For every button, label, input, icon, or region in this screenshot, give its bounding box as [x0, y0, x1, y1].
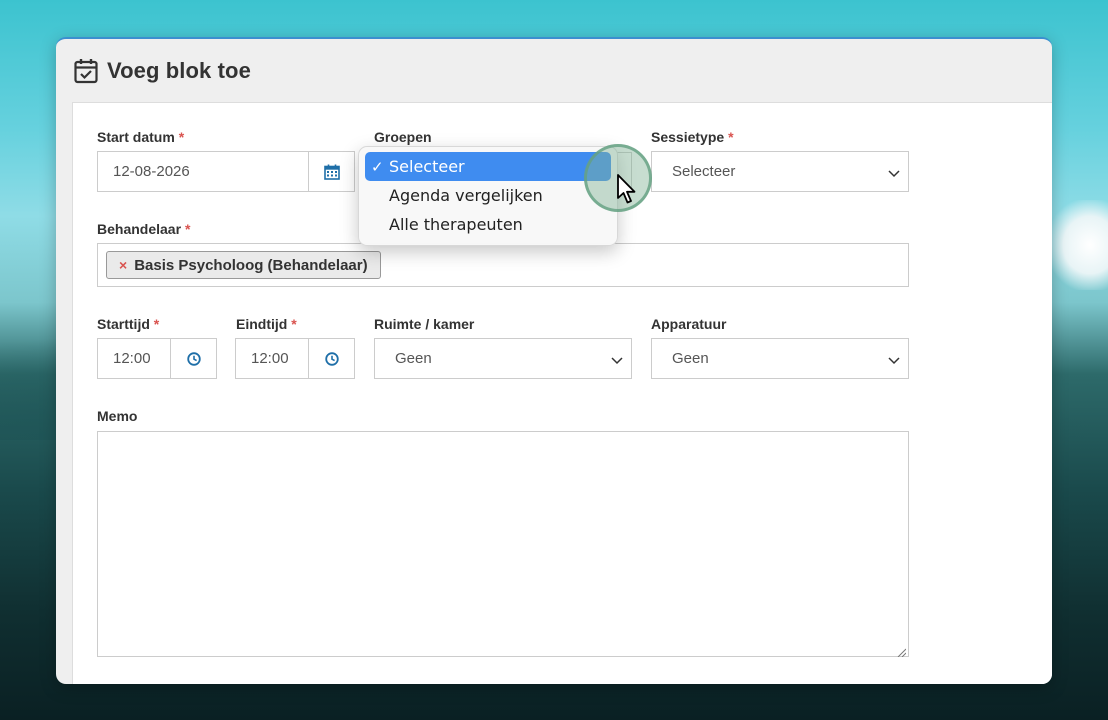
session-type-select[interactable]: Selecteer	[651, 151, 909, 192]
option-label: Agenda vergelijken	[389, 186, 543, 205]
end-time-input[interactable]: 12:00	[235, 338, 355, 379]
memo-label: Memo	[97, 408, 137, 424]
end-time-value: 12:00	[251, 350, 289, 367]
option-label: Selecteer	[389, 157, 465, 176]
check-icon: ✓	[371, 157, 384, 176]
session-type-label-text: Sessietype	[651, 129, 725, 145]
tag-remove-icon[interactable]: ×	[119, 257, 127, 273]
practitioner-tag: × Basis Psycholoog (Behandelaar)	[106, 251, 381, 279]
required-marker: *	[178, 129, 185, 145]
memo-label-text: Memo	[97, 408, 138, 424]
modal-header: Voeg blok toe	[56, 39, 1052, 102]
groups-label-text: Groepen	[374, 129, 432, 145]
start-time-label-text: Starttijd	[97, 316, 150, 332]
equipment-label: Apparatuur	[651, 316, 726, 332]
end-time-label: Eindtijd *	[236, 316, 297, 332]
start-date-label: Start datum *	[97, 129, 184, 145]
resize-handle-icon[interactable]	[896, 644, 907, 658]
session-type-label: Sessietype *	[651, 129, 734, 145]
background-cloud	[1048, 200, 1108, 290]
required-marker: *	[291, 316, 297, 332]
practitioner-tag-label: Basis Psycholoog (Behandelaar)	[134, 256, 368, 274]
dropdown-option-agenda-vergelijken[interactable]: Agenda vergelijken	[365, 181, 611, 210]
required-marker: *	[184, 221, 191, 237]
chevron-down-icon	[888, 353, 900, 365]
dropdown-option-selecteer[interactable]: ✓ Selecteer	[365, 152, 611, 181]
equipment-select[interactable]: Geen	[651, 338, 909, 379]
chevron-down-icon	[611, 353, 623, 365]
start-date-label-text: Start datum	[97, 129, 175, 145]
start-date-input[interactable]: 12-08-2026	[97, 151, 355, 192]
start-date-value: 12-08-2026	[113, 163, 190, 180]
calendar-check-icon	[74, 58, 98, 84]
modal-title: Voeg blok toe	[107, 57, 251, 83]
groups-dropdown-menu: ✓ Selecteer Agenda vergelijken Alle ther…	[358, 146, 618, 246]
practitioner-multiselect[interactable]: × Basis Psycholoog (Behandelaar)	[97, 243, 909, 287]
start-time-label: Starttijd *	[97, 316, 159, 332]
room-value: Geen	[395, 350, 432, 367]
clock-icon[interactable]	[170, 339, 216, 378]
clock-icon[interactable]	[308, 339, 354, 378]
practitioner-label: Behandelaar *	[97, 221, 190, 237]
start-time-value: 12:00	[113, 350, 151, 367]
required-marker: *	[153, 316, 160, 332]
calendar-icon[interactable]	[308, 152, 354, 191]
required-marker: *	[728, 129, 734, 145]
session-type-value: Selecteer	[672, 163, 736, 180]
option-label: Alle therapeuten	[389, 215, 523, 234]
equipment-value: Geen	[672, 350, 709, 367]
end-time-label-text: Eindtijd	[236, 316, 288, 332]
dropdown-option-alle-therapeuten[interactable]: Alle therapeuten	[365, 210, 611, 239]
groups-label: Groepen	[374, 129, 432, 145]
chevron-down-icon	[888, 166, 900, 178]
equipment-label-text: Apparatuur	[651, 316, 727, 332]
memo-textarea[interactable]	[97, 431, 909, 658]
start-time-input[interactable]: 12:00	[97, 338, 217, 379]
room-select[interactable]: Geen	[374, 338, 632, 379]
mouse-pointer-icon	[616, 174, 638, 206]
room-label-text: Ruimte / kamer	[374, 316, 475, 332]
room-label: Ruimte / kamer	[374, 316, 474, 332]
practitioner-label-text: Behandelaar	[97, 221, 182, 237]
